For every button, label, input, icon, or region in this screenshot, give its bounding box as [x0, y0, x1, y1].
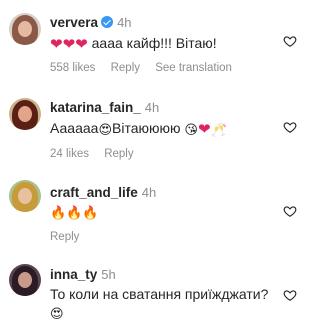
comment-time: 5h: [101, 267, 116, 282]
heart-eyes-emoji-icon: 😍: [98, 122, 112, 137]
champagne-emoji-icon: 🥂: [210, 122, 227, 137]
verified-badge-icon: [101, 16, 114, 28]
comment-text: 🔥🔥🔥: [50, 203, 99, 219]
comment-username[interactable]: katarina_fain_ 4h: [50, 100, 159, 115]
comment-meta: Reply: [50, 231, 91, 243]
comment-text: ❤❤❤ аааа кайф!!! Вітаю!: [50, 35, 217, 53]
fire-emoji-icon: 🔥: [50, 205, 67, 220]
like-heart-icon[interactable]: [283, 288, 297, 302]
kiss-emoji-icon: 😘: [184, 122, 198, 137]
likes-count[interactable]: 24 likes: [50, 148, 89, 160]
like-heart-icon[interactable]: [283, 204, 297, 218]
fire-emoji-icon: 🔥: [66, 205, 83, 220]
comment-username[interactable]: inna_ty 5h: [50, 267, 116, 282]
avatar[interactable]: [9, 180, 41, 212]
heart-emoji-icon: ❤: [197, 121, 211, 138]
comment-time: 4h: [144, 100, 160, 115]
comment-meta: 24 likes Reply: [50, 148, 146, 160]
comment-username[interactable]: craft_and_life 4h: [50, 185, 156, 200]
fire-emoji-icon: 🔥: [82, 205, 99, 220]
comment-time: 4h: [117, 15, 132, 30]
heart-emoji-icon: ❤: [62, 36, 76, 53]
see-translation-button[interactable]: See translation: [155, 62, 232, 74]
comment-text: То коли на сватання приїжджати?: [50, 286, 269, 302]
comment-text: Аааааа😍Вітаюююю 😘❤🥂: [50, 120, 227, 138]
reply-button[interactable]: Reply: [111, 62, 140, 74]
avatar[interactable]: [9, 98, 41, 130]
avatar[interactable]: [9, 264, 41, 296]
comment-username[interactable]: ververa 4h: [50, 15, 132, 30]
likes-count[interactable]: 558 likes: [50, 62, 95, 74]
heart-emoji-icon: ❤: [50, 36, 63, 53]
like-heart-icon[interactable]: [283, 34, 297, 48]
heart-eyes-emoji-icon: 😍: [50, 306, 64, 321]
avatar[interactable]: [9, 13, 41, 45]
like-heart-icon[interactable]: [283, 120, 297, 134]
reply-button[interactable]: Reply: [50, 231, 79, 243]
comment-time: 4h: [141, 185, 157, 200]
comment-meta: 558 likes Reply See translation: [50, 62, 244, 74]
comment-text-continued: 😍: [50, 304, 64, 320]
heart-emoji-icon: ❤: [75, 36, 88, 53]
reply-button[interactable]: Reply: [104, 148, 133, 160]
